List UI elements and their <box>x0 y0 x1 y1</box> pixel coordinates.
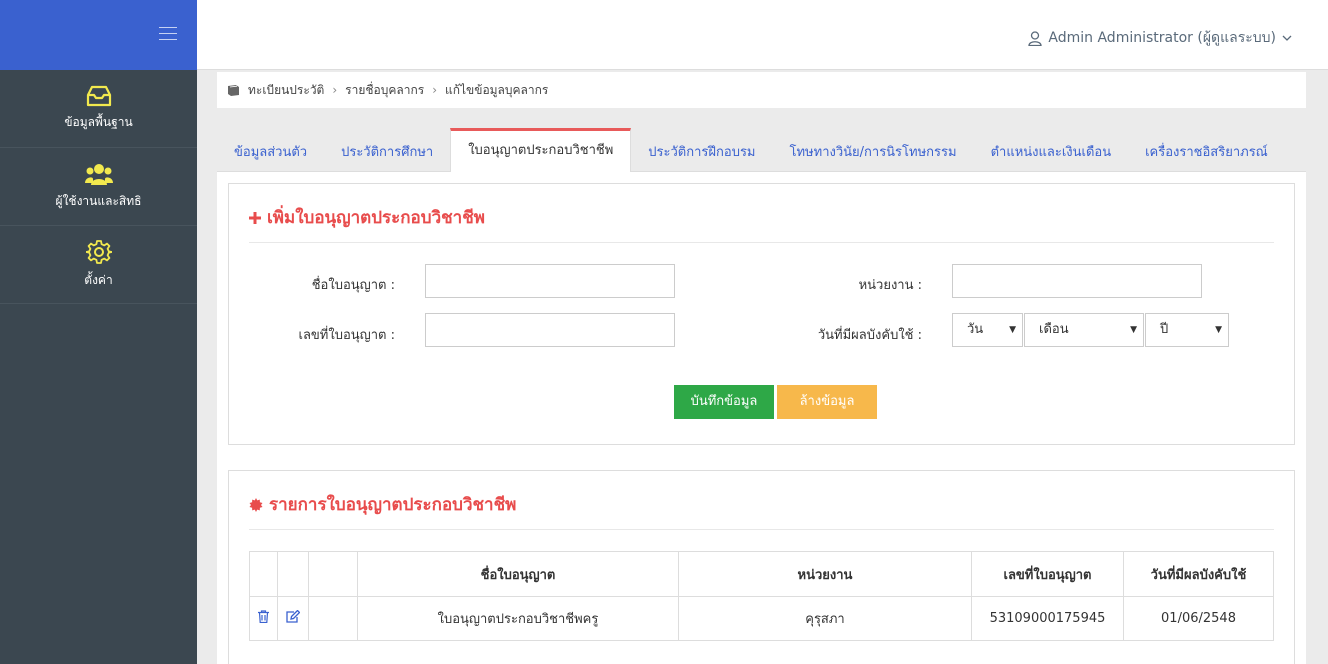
inbox-icon <box>86 85 111 107</box>
license-number-label: เลขที่ใบอนุญาต : <box>298 328 396 343</box>
license-list-panel: รายการใบอนุญาตประกอบวิชาชีพ ชื่อใบอนุญาต… <box>228 470 1295 664</box>
users-icon <box>84 164 113 185</box>
clear-button[interactable]: ล้างข้อมูล <box>777 385 877 419</box>
cell-license-number: 53109000175945 <box>971 596 1124 641</box>
sidebar-item-label: ผู้ใช้งานและสิทธิ <box>55 194 142 208</box>
breadcrumb-separator: › <box>432 83 437 97</box>
table-header-agency: หน่วยงาน <box>678 551 972 597</box>
agency-input[interactable] <box>952 264 1202 298</box>
license-table: ชื่อใบอนุญาต หน่วยงาน เลขที่ใบอนุญาต วัน… <box>249 551 1274 641</box>
tab-disciplinary[interactable]: โทษทางวินัย/การนิรโทษกรรม <box>773 131 974 171</box>
tab-training-history[interactable]: ประวัติการฝึกอบรม <box>631 131 772 171</box>
tab-education-history[interactable]: ประวัติการศึกษา <box>324 131 450 171</box>
chevron-down-icon <box>1282 35 1292 41</box>
license-list-title-text: รายการใบอนุญาตประกอบวิชาชีพ <box>269 495 517 515</box>
plus-icon <box>249 211 261 224</box>
cell-license-name: ใบอนุญาตประกอบวิชาชีพครู <box>357 596 679 641</box>
month-select[interactable]: เดือน ▼ <box>1024 313 1144 347</box>
agency-label: หน่วยงาน : <box>858 278 922 293</box>
edit-icon[interactable] <box>286 609 301 623</box>
license-list-title: รายการใบอนุญาตประกอบวิชาชีพ <box>249 491 516 518</box>
divider <box>249 242 1274 243</box>
table-header-date: วันที่มีผลบังคับใช้ <box>1123 551 1274 597</box>
tab-decorations[interactable]: เครื่องราชอิสริยาภรณ์ <box>1128 131 1285 171</box>
add-license-title: เพิ่มใบอนุญาตประกอบวิชาชีพ <box>249 204 485 231</box>
breadcrumb-item-personnel-list[interactable]: รายชื่อบุคลากร <box>345 81 424 100</box>
month-select-value: เดือน <box>1039 322 1069 337</box>
book-icon <box>228 85 239 96</box>
delete-cell <box>249 596 278 641</box>
add-license-panel: เพิ่มใบอนุญาตประกอบวิชาชีพ ชื่อใบอนุญาต … <box>228 183 1295 445</box>
tab-position-salary[interactable]: ตำแหน่งและเงินเดือน <box>974 131 1129 171</box>
year-select[interactable]: ปี ▼ <box>1145 313 1229 347</box>
license-number-input[interactable] <box>425 313 675 347</box>
year-select-value: ปี <box>1160 322 1169 337</box>
table-header-number: เลขที่ใบอนุญาต <box>971 551 1124 597</box>
sidebar-item-label: ตั้งค่า <box>84 273 113 287</box>
table-header-blank <box>308 551 358 597</box>
sidebar: ข้อมูลพื้นฐาน ผู้ใช้งานและสิทธิ ตั้งค่า <box>0 0 197 664</box>
user-name: Admin Administrator (ผู้ดูแลระบบ) <box>1048 30 1276 46</box>
table-header-row: ชื่อใบอนุญาต หน่วยงาน เลขที่ใบอนุญาต วัน… <box>249 551 1274 597</box>
sidebar-item-basic-data[interactable]: ข้อมูลพื้นฐาน <box>0 70 197 148</box>
breadcrumb-separator: › <box>332 83 338 97</box>
table-header-name: ชื่อใบอนุญาต <box>357 551 679 597</box>
table-header-delete <box>249 551 278 597</box>
tab-professional-license[interactable]: ใบอนุญาตประกอบวิชาชีพ <box>450 128 632 172</box>
trash-icon[interactable] <box>258 610 269 624</box>
gear-icon <box>85 240 112 264</box>
save-button[interactable]: บันทึกข้อมูล <box>674 385 774 419</box>
table-header-edit <box>277 551 309 597</box>
top-header: Admin Administrator (ผู้ดูแลระบบ) <box>197 0 1328 70</box>
license-name-label: ชื่อใบอนุญาต : <box>311 278 395 293</box>
tab-personal-info[interactable]: ข้อมูลส่วนตัว <box>217 131 324 171</box>
caret-down-icon: ▼ <box>1130 325 1137 335</box>
user-menu[interactable]: Admin Administrator (ผู้ดูแลระบบ) <box>1028 27 1292 49</box>
sidebar-brand-bar <box>0 0 197 70</box>
sidebar-item-settings[interactable]: ตั้งค่า <box>0 226 197 304</box>
sidebar-item-label: ข้อมูลพื้นฐาน <box>64 115 133 129</box>
caret-down-icon: ▼ <box>1215 325 1222 335</box>
sidebar-item-users[interactable]: ผู้ใช้งานและสิทธิ <box>0 148 197 226</box>
blank-cell <box>308 596 358 641</box>
tab-bar: ข้อมูลส่วนตัว ประวัติการศึกษา ใบอนุญาตปร… <box>217 128 1306 172</box>
main-content: เพิ่มใบอนุญาตประกอบวิชาชีพ ชื่อใบอนุญาต … <box>217 172 1306 664</box>
hamburger-menu-icon[interactable] <box>159 27 177 41</box>
license-name-input[interactable] <box>425 264 675 298</box>
divider <box>249 529 1274 530</box>
certificate-icon <box>249 497 263 512</box>
table-row: ใบอนุญาตประกอบวิชาชีพครู คุรุสภา 5310900… <box>249 596 1274 641</box>
add-license-title-text: เพิ่มใบอนุญาตประกอบวิชาชีพ <box>267 208 485 228</box>
breadcrumb: ทะเบียนประวัติ › รายชื่อบุคลากร › แก้ไขข… <box>217 72 1306 108</box>
caret-down-icon: ▼ <box>1009 325 1016 335</box>
day-select-value: วัน <box>967 322 984 337</box>
user-icon <box>1028 30 1043 46</box>
edit-cell <box>277 596 309 641</box>
effective-date-label: วันที่มีผลบังคับใช้ : <box>817 328 922 343</box>
cell-effective-date: 01/06/2548 <box>1123 596 1274 641</box>
cell-agency: คุรุสภา <box>678 596 972 641</box>
breadcrumb-item-registry[interactable]: ทะเบียนประวัติ <box>248 81 324 100</box>
breadcrumb-item-edit-personnel: แก้ไขข้อมูลบุคลากร <box>445 82 549 97</box>
day-select[interactable]: วัน ▼ <box>952 313 1023 347</box>
